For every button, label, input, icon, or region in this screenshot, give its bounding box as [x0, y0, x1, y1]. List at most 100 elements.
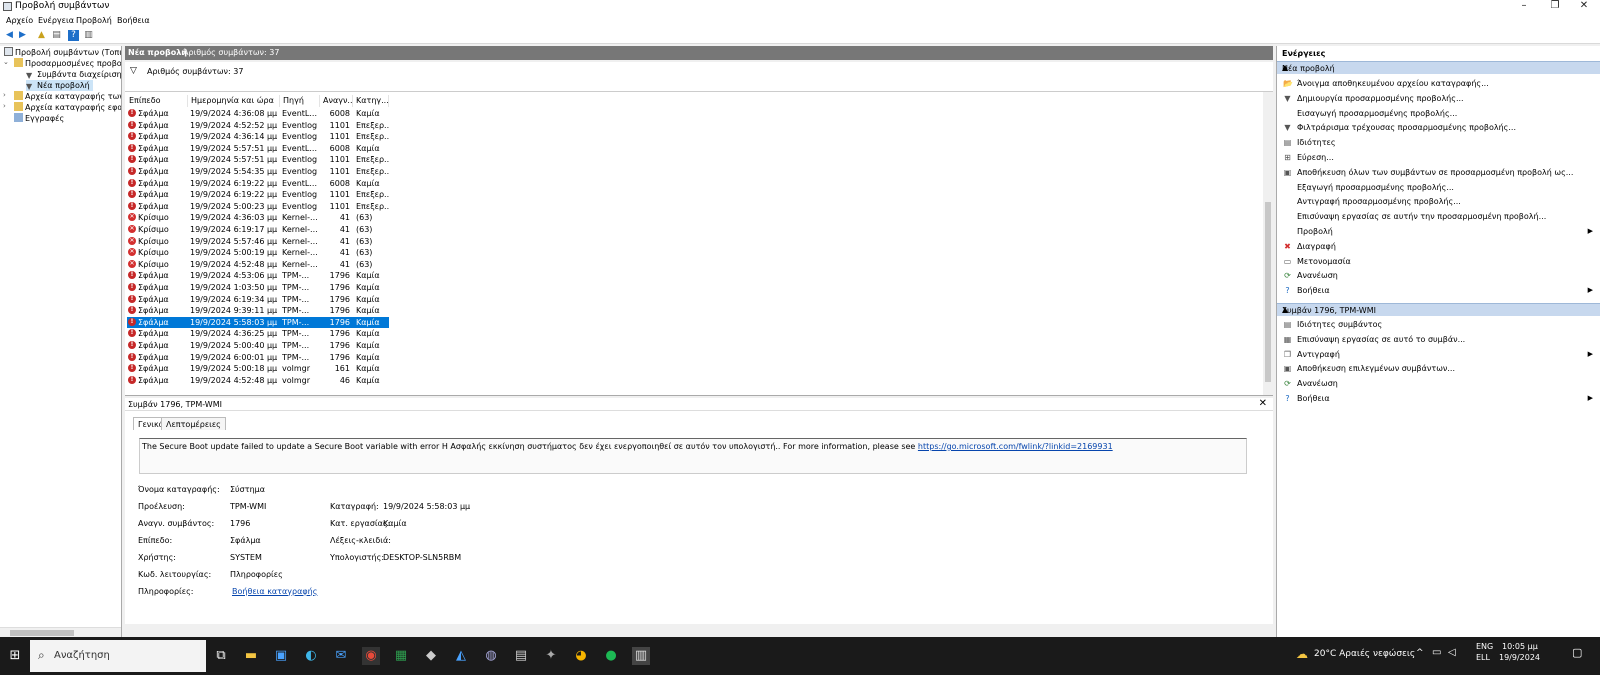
tree-item-new-view[interactable]: ▼ Νέα προβολή	[26, 80, 93, 91]
table-row[interactable]: ✕ Κρίσιμο 19/9/2024 5:00:19 μμ Kernel-... 41…	[127, 247, 389, 258]
menu-action[interactable]: Ενέργεια	[38, 16, 74, 25]
action-item[interactable]: ▦ Επισύναψη εργασίας σε αυτό το συμβάν...	[1277, 332, 1600, 347]
spotify-icon[interactable]: ●	[602, 647, 620, 665]
table-row[interactable]: ! Σφάλμα 19/9/2024 6:19:22 μμ Eventlog 1101 Ε…	[127, 189, 390, 200]
mail-icon[interactable]: ✉	[332, 647, 350, 665]
table-row[interactable]: ! Σφάλμα 19/9/2024 9:39:11 μμ TPM-... 1796 Κα…	[127, 305, 389, 316]
up-folder-icon[interactable]: ▲	[36, 30, 47, 41]
table-row[interactable]: ! Σφάλμα 19/9/2024 6:19:34 μμ TPM-... 1796 Κα…	[127, 294, 389, 305]
minimize-button[interactable]: –	[1510, 0, 1538, 13]
column-level[interactable]: Επίπεδο	[126, 95, 188, 107]
tree-item-administrative-events[interactable]: ▼ Συμβάντα διαχείρισης	[26, 69, 121, 80]
help-icon[interactable]: ?	[68, 30, 79, 41]
actions-section-event[interactable]: Συμβάν 1796, TPM-WMI ▲	[1277, 303, 1600, 316]
table-row[interactable]: ! Σφάλμα 19/9/2024 4:36:25 μμ TPM-... 1796 Κα…	[127, 328, 389, 339]
show-hide-tree-icon[interactable]: ▤	[51, 30, 62, 41]
action-item[interactable]: ▤ Ιδιότητες	[1277, 135, 1600, 150]
tree-item-custom-views[interactable]: Προσαρμοσμένες προβολές	[14, 58, 121, 69]
table-row[interactable]: ! Σφάλμα 19/9/2024 5:00:40 μμ TPM-... 1796 Κα…	[127, 340, 389, 351]
chevron-up-icon[interactable]: ^	[1416, 648, 1424, 658]
action-item[interactable]: Προβολή ▶	[1277, 224, 1600, 239]
action-item[interactable]: Επισύναψη εργασίας σε αυτήν την προσαρμο…	[1277, 209, 1600, 224]
action-item[interactable]: ⟳ Ανανέωση	[1277, 268, 1600, 283]
task-view-icon[interactable]: ⧉	[212, 647, 230, 665]
collapse-icon[interactable]: ▲	[1282, 305, 1595, 314]
table-row[interactable]: ! Σφάλμα 19/9/2024 6:00:01 μμ TPM-... 1796 Κα…	[127, 352, 389, 363]
column-source[interactable]: Πηγή	[280, 95, 320, 107]
action-item[interactable]: ▼ Δημιουργία προσαρμοσμένης προβολής...	[1277, 91, 1600, 106]
speaker-icon[interactable]: ◁	[1448, 647, 1456, 658]
table-row[interactable]: ! Σφάλμα 19/9/2024 5:54:35 μμ Eventlog 1101 Ε…	[127, 166, 390, 177]
action-item[interactable]: ❐ Αντιγραφή ▶	[1277, 347, 1600, 362]
table-row[interactable]: ! Σφάλμα 19/9/2024 1:03:50 μμ TPM-... 1796 Κα…	[127, 282, 389, 293]
table-row[interactable]: ! Σφάλμα 19/9/2024 4:52:52 μμ Eventlog 1101 Ε…	[127, 120, 390, 131]
action-item[interactable]: ? Βοήθεια ▶	[1277, 391, 1600, 406]
table-row[interactable]: ✕ Κρίσιμο 19/9/2024 4:36:03 μμ Kernel-... 41…	[127, 212, 389, 223]
weather-icon[interactable]: ☁	[1296, 647, 1308, 661]
action-item[interactable]: ▼ Φιλτράρισμα τρέχουσας προσαρμοσμένης πρ…	[1277, 120, 1600, 135]
calculator-icon[interactable]: ▤	[512, 647, 530, 665]
table-row[interactable]: ! Σφάλμα 19/9/2024 5:57:51 μμ Eventlog 1101 Ε…	[127, 154, 390, 165]
table-row[interactable]: ! Σφάλμα 19/9/2024 4:36:08 μμ EventL... 6008…	[127, 108, 389, 119]
description-link[interactable]: https://go.microsoft.com/fwlink/?linkid=…	[918, 442, 1113, 451]
steam-icon[interactable]: ◍	[482, 647, 500, 665]
table-row[interactable]: ! Σφάλμα 19/9/2024 6:19:22 μμ EventL... 6008…	[127, 178, 389, 189]
expand-collapse-icon[interactable]: ⌄	[3, 58, 9, 66]
action-item[interactable]: ⟳ Ανανέωση	[1277, 376, 1600, 391]
scrollbar-thumb[interactable]	[1265, 202, 1271, 382]
app-icon[interactable]: ✦	[542, 647, 560, 665]
expand-icon[interactable]: ›	[3, 91, 6, 99]
notification-icon[interactable]: ▢	[1572, 646, 1582, 659]
table-row[interactable]: ! Σφάλμα 19/9/2024 4:53:06 μμ TPM-... 1796 Κα…	[127, 270, 389, 281]
expand-icon[interactable]: ›	[3, 102, 6, 110]
forward-arrow-icon[interactable]: ▶	[17, 30, 28, 41]
clock-time[interactable]: 10:05 μμ	[1502, 642, 1538, 651]
table-row[interactable]: ! Σφάλμα 19/9/2024 5:00:18 μμ volmgr 161 Καμί…	[127, 363, 389, 374]
action-item[interactable]: ▣ Αποθήκευση επιλεγμένων συμβάντων...	[1277, 361, 1600, 376]
chrome-icon[interactable]: ◉	[362, 647, 380, 665]
action-item[interactable]: Αντιγραφή προσαρμοσμένης προβολής...	[1277, 194, 1600, 209]
action-item[interactable]: ⊞ Εύρεση...	[1277, 150, 1600, 165]
menu-file[interactable]: Αρχείο	[6, 16, 33, 25]
action-item[interactable]: Εξαγωγή προσαρμοσμένης προβολής...	[1277, 180, 1600, 195]
column-event-id[interactable]: Αναγν...	[320, 95, 353, 107]
table-row[interactable]: ! Σφάλμα 19/9/2024 5:00:23 μμ Eventlog 1101 Ε…	[127, 201, 390, 212]
app-icon[interactable]: ◆	[422, 647, 440, 665]
action-item[interactable]: Εισαγωγή προσαρμοσμένης προβολής...	[1277, 106, 1600, 121]
table-row[interactable]: ! Σφάλμα 19/9/2024 4:36:14 μμ Eventlog 1101 Ε…	[127, 131, 390, 142]
windows-start-icon[interactable]: ⊞	[6, 647, 24, 665]
action-item[interactable]: ▣ Αποθήκευση όλων των συμβάντων σε προσαρ…	[1277, 165, 1600, 180]
excel-icon[interactable]: ▦	[392, 647, 410, 665]
column-date-time[interactable]: Ημερομηνία και ώρα	[188, 95, 280, 107]
back-arrow-icon[interactable]: ◀	[4, 30, 15, 41]
action-item[interactable]: ✖ Διαγραφή	[1277, 239, 1600, 254]
language-en[interactable]: ENG	[1476, 642, 1493, 651]
close-window-button[interactable]: ✕	[1570, 0, 1598, 13]
tree-item-windows-logs[interactable]: Αρχεία καταγραφής των Windows	[14, 91, 121, 102]
weather-text[interactable]: 20°C Αραιές νεφώσεις	[1314, 649, 1415, 659]
collapse-icon[interactable]: ▲	[1282, 63, 1595, 72]
network-icon[interactable]: ▭	[1432, 647, 1441, 658]
menu-help[interactable]: Βοήθεια	[117, 16, 150, 25]
events-vertical-scrollbar[interactable]	[1263, 92, 1273, 395]
app-icon[interactable]: ◭	[452, 647, 470, 665]
event-log-help-link[interactable]: Βοήθεια καταγραφής	[232, 587, 317, 596]
column-category[interactable]: Κατηγ...	[353, 95, 389, 107]
tree-item-event-viewer-local[interactable]: Προβολή συμβάντων (Τοπική)	[4, 47, 121, 58]
tree-item-subscriptions[interactable]: Εγγραφές	[14, 113, 64, 124]
taskbar-search[interactable]: ⌕ Αναζήτηση	[30, 640, 206, 672]
menu-view[interactable]: Προβολή	[76, 16, 112, 25]
action-item[interactable]: 📂 Άνοιγμα αποθηκευμένου αρχείου καταγραφή…	[1277, 76, 1600, 91]
scrollbar-thumb[interactable]	[10, 630, 74, 636]
table-row[interactable]: ✕ Κρίσιμο 19/9/2024 6:19:17 μμ Kernel-... 41…	[127, 224, 389, 235]
event-viewer-taskbar-icon[interactable]: ▥	[632, 647, 650, 665]
clock-date[interactable]: 19/9/2024	[1499, 653, 1540, 662]
table-row[interactable]: ! Σφάλμα 19/9/2024 5:57:51 μμ EventL... 6008…	[127, 143, 389, 154]
tab-details[interactable]: Λεπτομέρειες	[161, 417, 226, 430]
show-hide-action-pane-icon[interactable]: ▥	[83, 30, 94, 41]
table-row[interactable]: ✕ Κρίσιμο 19/9/2024 5:57:46 μμ Kernel-... 41…	[127, 236, 389, 247]
file-explorer-icon[interactable]: ▬	[242, 647, 260, 665]
action-item[interactable]: ▤ Ιδιότητες συμβάντος	[1277, 317, 1600, 332]
close-detail-icon[interactable]: ✕	[1259, 398, 1267, 409]
restore-button[interactable]: ❐	[1541, 0, 1569, 13]
